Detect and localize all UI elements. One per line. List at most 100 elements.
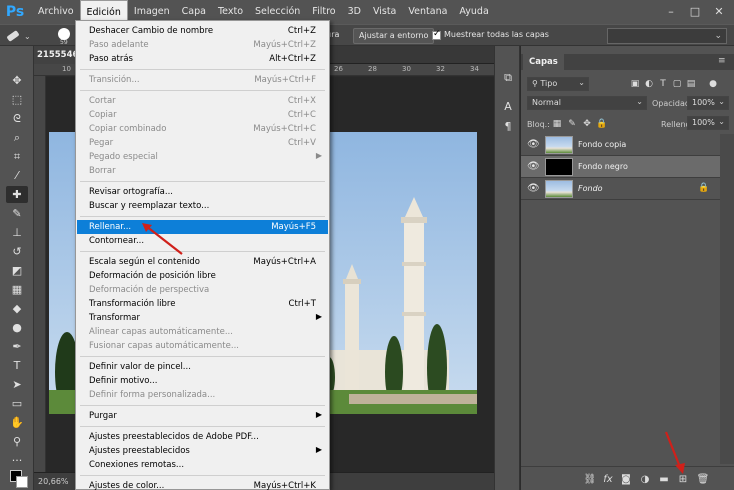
layer-row[interactable]: 👁 Fondo copia bbox=[521, 134, 720, 156]
new-layer-icon[interactable]: ⊞ bbox=[676, 472, 690, 486]
background-color-swatch[interactable] bbox=[16, 476, 28, 488]
type-filter-icon[interactable]: T bbox=[657, 78, 669, 90]
adjustment-layer-icon[interactable]: ◑ bbox=[638, 472, 652, 486]
pixel-filter-icon[interactable]: ▣ bbox=[629, 78, 641, 90]
delete-layer-icon[interactable]: 🗑 bbox=[696, 472, 710, 486]
pen-tool-icon[interactable]: ✒ bbox=[6, 338, 28, 355]
gradient-tool-icon[interactable]: ▦ bbox=[6, 281, 28, 298]
crop-tool-icon[interactable]: ⌗ bbox=[6, 148, 28, 165]
paragraph-panel-icon[interactable]: ¶ bbox=[500, 118, 516, 134]
menu-item-contornear[interactable]: Contornear... bbox=[77, 234, 328, 248]
menu-item-pegar[interactable]: Pegar Ctrl+V bbox=[77, 136, 328, 150]
clone-stamp-tool-icon[interactable]: ⊥ bbox=[6, 224, 28, 241]
menu-item-transformar[interactable]: Transformar ▶ bbox=[77, 311, 328, 325]
menu-item-definir-forma-personalizada[interactable]: Definir forma personalizada... bbox=[77, 388, 328, 402]
blur-tool-icon[interactable]: ◆ bbox=[6, 300, 28, 317]
eraser-tool-icon[interactable]: ◩ bbox=[6, 262, 28, 279]
blend-mode-dropdown[interactable]: Normal ⌄ bbox=[527, 96, 647, 110]
filter-toggle-icon[interactable]: ● bbox=[707, 78, 719, 90]
menu-item-borrar[interactable]: Borrar bbox=[77, 164, 328, 178]
character-panel-icon[interactable]: A bbox=[500, 98, 516, 114]
menu-item-deshacer-cambio-de-nombre[interactable]: Deshacer Cambio de nombre Ctrl+Z bbox=[77, 24, 328, 38]
new-group-icon[interactable]: ▬ bbox=[657, 472, 671, 486]
menu-item-paso-atrás[interactable]: Paso atrás Alt+Ctrl+Z bbox=[77, 52, 328, 66]
tab-layers[interactable]: Capas bbox=[523, 54, 564, 70]
menu-item-fusionar-capas-automáticamente[interactable]: Fusionar capas automáticamente... bbox=[77, 339, 328, 353]
menu-item-alinear-capas-automáticamente[interactable]: Alinear capas automáticamente... bbox=[77, 325, 328, 339]
lasso-tool-icon[interactable]: ᘓ bbox=[6, 110, 28, 127]
menu-item-rellenar[interactable]: Rellenar... Mayús+F5 bbox=[77, 220, 328, 234]
menu-item-ajustes-preestablecidos-de-adobe-pdf[interactable]: Ajustes preestablecidos de Adobe PDF... bbox=[77, 430, 328, 444]
lock-transparent-icon[interactable]: ▦ bbox=[551, 118, 563, 130]
menu-item-buscar-y-reemplazar-texto[interactable]: Buscar y reemplazar texto... bbox=[77, 199, 328, 213]
menu-item-transición[interactable]: Transición... Mayús+Ctrl+F bbox=[77, 73, 328, 87]
history-panel-icon[interactable]: ⧉ bbox=[500, 70, 516, 86]
brush-tool-icon[interactable]: ✎ bbox=[6, 205, 28, 222]
lock-pixels-icon[interactable]: ✎ bbox=[566, 118, 578, 130]
maximize-icon[interactable]: □ bbox=[684, 2, 706, 20]
zoom-level[interactable]: 20,66% bbox=[38, 477, 69, 486]
menu-item-transformación-libre[interactable]: Transformación libre Ctrl+T bbox=[77, 297, 328, 311]
workspace-dropdown[interactable]: ⌄ bbox=[607, 28, 727, 44]
marquee-tool-icon[interactable]: ⬚ bbox=[6, 91, 28, 108]
layer-style-icon[interactable]: fx bbox=[601, 472, 615, 486]
menu-item-copiar-combinado[interactable]: Copiar combinado Mayús+Ctrl+C bbox=[77, 122, 328, 136]
menu-item-definir-motivo[interactable]: Definir motivo... bbox=[77, 374, 328, 388]
smart-object-filter-icon[interactable]: ▤ bbox=[685, 78, 697, 90]
menu-vista[interactable]: Vista bbox=[367, 0, 402, 24]
rectangle-tool-icon[interactable]: ▭ bbox=[6, 395, 28, 412]
menu-item-pegado-especial[interactable]: Pegado especial ▶ bbox=[77, 150, 328, 164]
menu-item-ajustes-de-color[interactable]: Ajustes de color... Mayús+Ctrl+K bbox=[77, 479, 328, 490]
menu-item-definir-valor-de-pincel[interactable]: Definir valor de pincel... bbox=[77, 360, 328, 374]
more-tools-icon[interactable]: ··· bbox=[6, 452, 28, 469]
layer-row[interactable]: 👁 Fondo 🔒 bbox=[521, 178, 720, 200]
color-swatches[interactable] bbox=[6, 470, 28, 490]
add-mask-icon[interactable]: ◙ bbox=[619, 472, 633, 486]
shape-filter-icon[interactable]: ▢ bbox=[671, 78, 683, 90]
panel-menu-icon[interactable]: ≡ bbox=[718, 57, 728, 67]
menu-archivo[interactable]: Archivo bbox=[32, 0, 80, 24]
fit-to-surroundings-button[interactable]: Ajustar a entorno bbox=[353, 28, 435, 44]
layers-scrollbar[interactable] bbox=[720, 134, 734, 464]
sample-all-layers-checkbox[interactable] bbox=[432, 29, 441, 40]
visibility-eye-icon[interactable]: 👁 bbox=[527, 139, 540, 151]
zoom-tool-icon[interactable]: ⚲ bbox=[6, 433, 28, 450]
document-tab[interactable]: 21555467 bbox=[34, 46, 78, 64]
fill-field[interactable]: 100% ⌄ bbox=[687, 116, 729, 130]
dodge-tool-icon[interactable]: ● bbox=[6, 319, 28, 336]
lock-all-icon[interactable]: 🔒 bbox=[596, 118, 608, 130]
close-icon[interactable]: ✕ bbox=[708, 2, 730, 20]
menu-item-copiar[interactable]: Copiar Ctrl+C bbox=[77, 108, 328, 122]
menu-item-escala-según-el-contenido[interactable]: Escala según el contenido Mayús+Ctrl+A bbox=[77, 255, 328, 269]
menu-separator bbox=[80, 405, 325, 406]
quick-selection-tool-icon[interactable]: ⌕ bbox=[6, 129, 28, 146]
menu-ayuda[interactable]: Ayuda bbox=[453, 0, 494, 24]
path-selection-tool-icon[interactable]: ➤ bbox=[6, 376, 28, 393]
history-brush-tool-icon[interactable]: ↺ bbox=[6, 243, 28, 260]
move-tool-icon[interactable]: ✥ bbox=[6, 72, 28, 89]
menu-item-conexiones-remotas[interactable]: Conexiones remotas... bbox=[77, 458, 328, 472]
lock-position-icon[interactable]: ✥ bbox=[581, 118, 593, 130]
type-tool-icon[interactable]: T bbox=[6, 357, 28, 374]
adjustment-filter-icon[interactable]: ◐ bbox=[643, 78, 655, 90]
visibility-eye-icon[interactable]: 👁 bbox=[527, 183, 540, 195]
layer-filter-dropdown[interactable]: ⚲ Tipo ⌄ bbox=[527, 77, 589, 91]
menu-item-ajustes-preestablecidos[interactable]: Ajustes preestablecidos ▶ bbox=[77, 444, 328, 458]
menu-item-paso-adelante[interactable]: Paso adelante Mayús+Ctrl+Z bbox=[77, 38, 328, 52]
minimize-icon[interactable]: – bbox=[660, 2, 682, 20]
opacity-field[interactable]: 100% ⌄ bbox=[687, 96, 729, 110]
visibility-eye-icon[interactable]: 👁 bbox=[527, 161, 540, 173]
menu-item-deformación-de-perspectiva[interactable]: Deformación de perspectiva bbox=[77, 283, 328, 297]
link-layers-icon[interactable]: ⛓ bbox=[583, 472, 597, 486]
eyedropper-tool-icon[interactable]: ⁄ bbox=[6, 167, 28, 184]
menu-item-revisar-ortografía[interactable]: Revisar ortografía... bbox=[77, 185, 328, 199]
menu-3d[interactable]: 3D bbox=[342, 0, 367, 24]
spot-healing-brush-icon[interactable]: ⌄ bbox=[4, 28, 34, 44]
menu-item-deformación-de-posición-libre[interactable]: Deformación de posición libre bbox=[77, 269, 328, 283]
menu-item-purgar[interactable]: Purgar ▶ bbox=[77, 409, 328, 423]
menu-item-cortar[interactable]: Cortar Ctrl+X bbox=[77, 94, 328, 108]
layer-row[interactable]: 👁 Fondo negro bbox=[521, 156, 720, 178]
menu-ventana[interactable]: Ventana bbox=[402, 0, 453, 24]
hand-tool-icon[interactable]: ✋ bbox=[6, 414, 28, 431]
spot-healing-tool-icon[interactable]: ✚ bbox=[6, 186, 28, 203]
